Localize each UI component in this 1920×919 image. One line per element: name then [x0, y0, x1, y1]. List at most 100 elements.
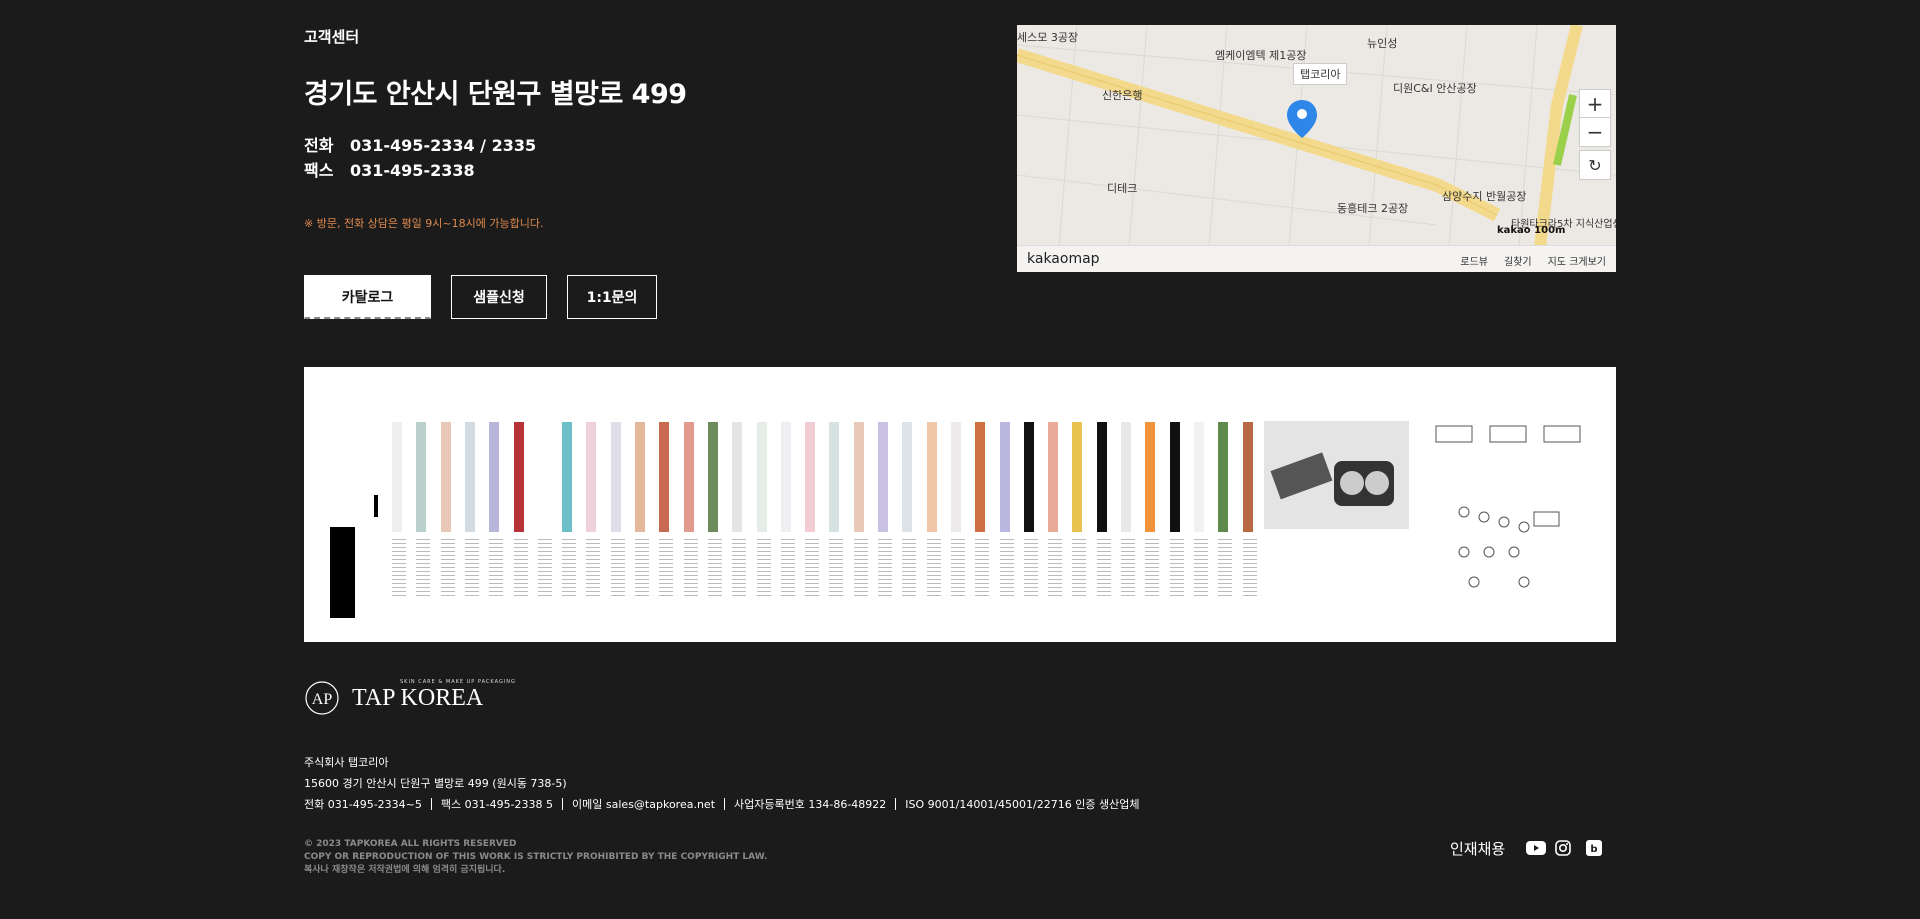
- logo-text: TAP KOREA: [352, 685, 484, 711]
- divider: [724, 798, 726, 810]
- instagram-icon[interactable]: [1555, 840, 1573, 856]
- color-strip: [562, 422, 573, 532]
- tap-logo-icon: AP: [305, 681, 339, 715]
- strip-spec-text: [1048, 539, 1063, 599]
- strip-spec-text: [902, 539, 917, 599]
- refresh-icon[interactable]: ↻: [1579, 150, 1611, 180]
- poi-label: 디테크: [1107, 182, 1138, 195]
- strip-spec-text: [805, 539, 820, 599]
- color-strip: [1145, 422, 1156, 532]
- color-strip: [878, 422, 888, 532]
- strip-spec-text: [829, 539, 844, 599]
- location-map[interactable]: 탭코리아 엠케이엠텍 제1공장 뉴인성 디원C&I 안산공장 신한은행 디테크 …: [1017, 25, 1616, 272]
- scale-value: 100m: [1534, 225, 1566, 236]
- company-name: 주식회사 탭코리아: [304, 756, 389, 769]
- footer-address: 15600 경기 안산시 단원구 별망로 499 (원시동 738-5): [304, 777, 567, 790]
- color-strip: [1072, 422, 1083, 532]
- poi-label: 엠케이엠텍 제1공장: [1215, 49, 1307, 62]
- catalog-mark: [374, 495, 378, 517]
- color-strip: [1121, 422, 1131, 532]
- svg-text:b: b: [1590, 844, 1597, 855]
- color-strip: [902, 422, 913, 532]
- strip-spec-text: [610, 539, 625, 599]
- map-marker[interactable]: [1287, 100, 1317, 144]
- color-swatch-strips: [392, 367, 1392, 642]
- fax-number: 031-495-2338: [350, 161, 475, 180]
- strip-spec-text: [1242, 539, 1257, 599]
- strip-spec-text: [489, 539, 504, 599]
- color-strip: [805, 422, 816, 532]
- color-strip: [1048, 422, 1059, 532]
- footer-fax: 팩스 031-495-2338 5: [440, 798, 554, 811]
- inquiry-button[interactable]: 1:1문의: [567, 275, 657, 319]
- strip-spec-text: [440, 539, 455, 599]
- map-footer: kakaomap 로드뷰 길찾기 지도 크게보기: [1017, 245, 1616, 272]
- strip-spec-text: [732, 539, 747, 599]
- color-strip: [829, 422, 840, 532]
- strip-spec-text: [975, 539, 990, 599]
- fax-row: 팩스 031-495-2338: [304, 157, 475, 181]
- color-strip: [464, 422, 475, 532]
- color-strip: [489, 422, 500, 532]
- large-map-link[interactable]: 지도 크게보기: [1548, 257, 1606, 268]
- color-strip: [1169, 422, 1180, 532]
- color-strip: [756, 422, 767, 532]
- strip-spec-text: [926, 539, 941, 599]
- catalog-black-block: [330, 527, 355, 618]
- catalog-button[interactable]: 카탈로그: [304, 275, 431, 319]
- map-links: 로드뷰 길찾기 지도 크게보기: [1444, 253, 1606, 268]
- strip-spec-text: [1072, 539, 1087, 599]
- poi-label: 신한은행: [1102, 89, 1143, 102]
- strip-spec-text: [513, 539, 528, 599]
- color-strip: [1218, 422, 1229, 532]
- strip-spec-text: [416, 539, 431, 599]
- strip-spec-text: [1169, 539, 1184, 599]
- color-strip: [707, 422, 718, 532]
- color-strip: [513, 422, 524, 532]
- recruit-link[interactable]: 인재채용: [1450, 838, 1505, 859]
- strip-spec-text: [392, 539, 406, 599]
- business-number: 사업자등록번호 134-86-48922: [734, 798, 887, 811]
- phone-row: 전화 031-495-2334 / 2335: [304, 132, 536, 156]
- strip-spec-text: [683, 539, 698, 599]
- strip-spec-text: [1218, 539, 1233, 599]
- zoom-in-button[interactable]: +: [1579, 89, 1611, 119]
- phone-number: 031-495-2334 / 2335: [350, 136, 537, 155]
- catalog-image[interactable]: [304, 367, 1616, 642]
- map-scale: kakao 100m: [1497, 225, 1565, 236]
- youtube-icon[interactable]: [1526, 840, 1546, 856]
- divider: [895, 798, 897, 810]
- poi-label: 디원C&I 안산공장: [1393, 82, 1477, 95]
- poi-label: 세스모 3공장: [1017, 31, 1079, 44]
- strip-spec-text: [1023, 539, 1038, 599]
- roadview-link[interactable]: 로드뷰: [1460, 257, 1488, 268]
- divider: [562, 798, 564, 810]
- strip-spec-text: [853, 539, 868, 599]
- blog-icon[interactable]: b: [1586, 840, 1604, 856]
- strip-spec-text: [1145, 539, 1160, 599]
- strip-spec-text: [1193, 539, 1208, 599]
- copyright-line: © 2023 TAPKOREA ALL RIGHTS RESERVED: [304, 839, 517, 849]
- strip-spec-text: [464, 539, 479, 599]
- color-strip: [440, 422, 451, 532]
- kakaomap-logo[interactable]: kakaomap: [1027, 251, 1100, 267]
- color-strip: [999, 422, 1010, 532]
- color-strip: [853, 422, 864, 532]
- fax-label: 팩스: [304, 161, 334, 180]
- strip-spec-text: [659, 539, 674, 599]
- color-strip: [659, 422, 670, 532]
- zoom-out-button[interactable]: −: [1579, 117, 1611, 147]
- copyright-line: 복사나 재창작은 저작권법에 의해 엄격히 금지됩니다.: [304, 865, 506, 875]
- color-strip: [392, 422, 402, 532]
- strip-spec-text: [586, 539, 601, 599]
- strip-spec-text: [635, 539, 649, 599]
- color-strip: [975, 422, 986, 532]
- consult-notice: ※ 방문, 전화 상담은 평일 9시~18시에 가능합니다.: [304, 217, 544, 230]
- strip-spec-text: [562, 539, 577, 599]
- compact-product-photo: [1264, 421, 1409, 529]
- directions-link[interactable]: 길찾기: [1504, 257, 1532, 268]
- strip-spec-text: [950, 539, 965, 599]
- sample-request-button[interactable]: 샘플신청: [451, 275, 547, 319]
- poi-label: 뉴인성: [1367, 37, 1398, 50]
- color-strip: [926, 422, 937, 532]
